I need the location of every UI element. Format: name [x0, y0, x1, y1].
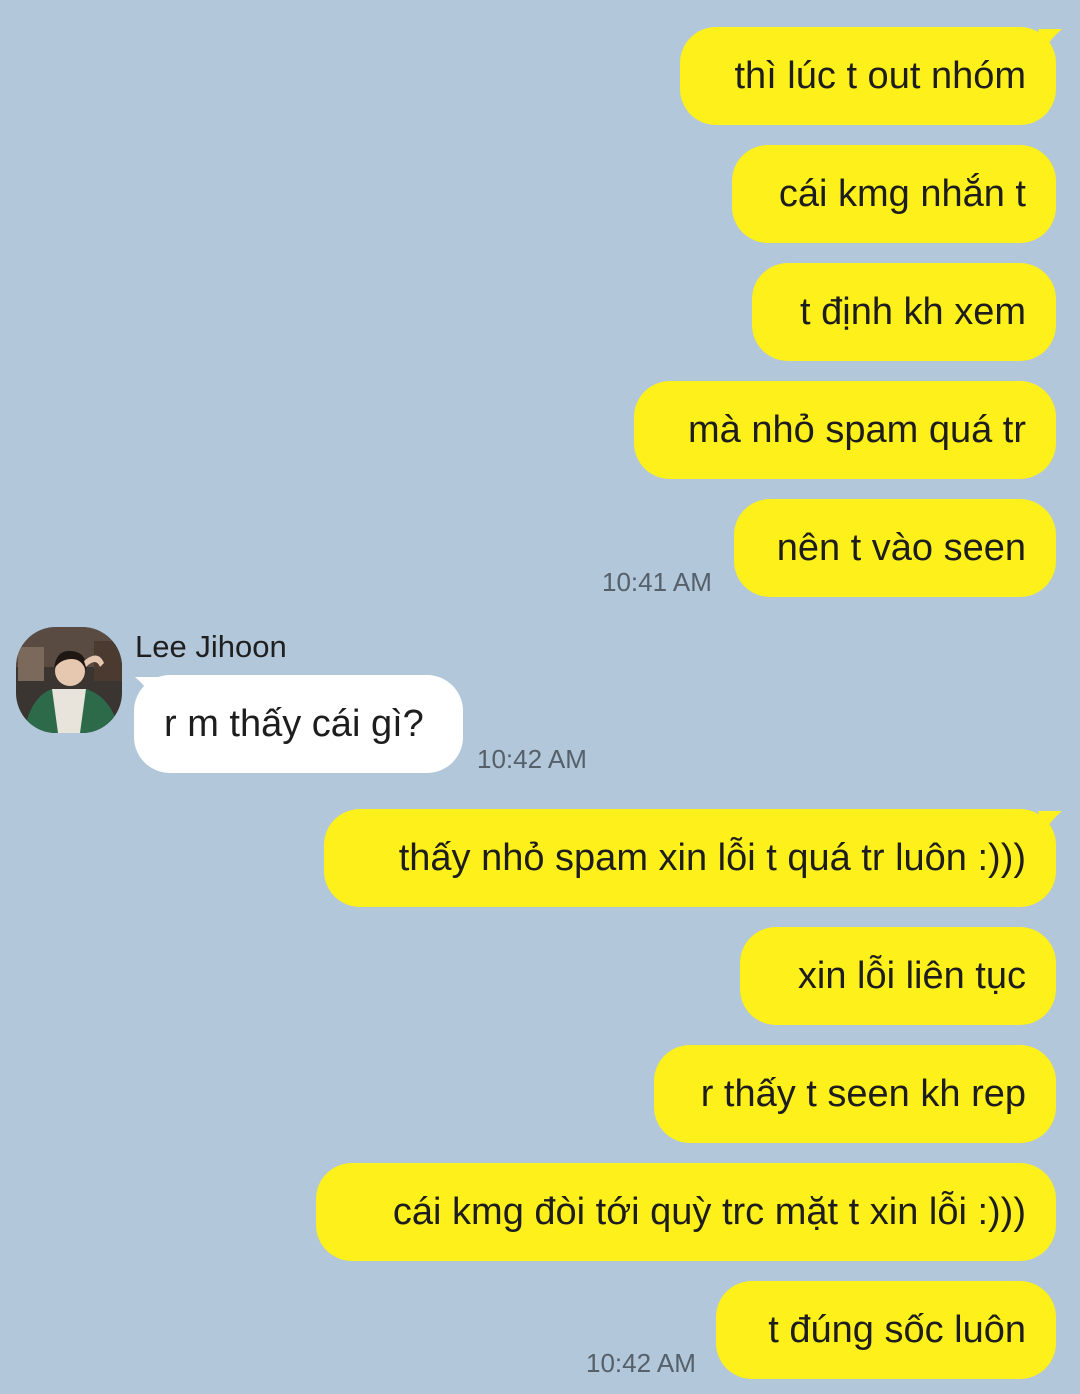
outgoing-message-bubble[interactable]: t định kh xem	[752, 263, 1056, 361]
outgoing-message-bubble[interactable]: t đúng sốc luôn	[716, 1281, 1056, 1379]
message-text: r m thấy cái gì?	[164, 703, 424, 745]
message-text: thấy nhỏ spam xin lỗi t quá tr luôn :)))	[398, 837, 1026, 879]
message-text: r thấy t seen kh rep	[700, 1073, 1026, 1115]
message-text: nên t vào seen	[776, 527, 1026, 569]
message-timestamp: 10:42 AM	[586, 1348, 696, 1378]
incoming-message-bubble[interactable]: r m thấy cái gì?	[134, 675, 463, 773]
contact-name: Lee Jihoon	[135, 629, 287, 664]
outgoing-message-bubble[interactable]: cái kmg đòi tới quỳ trc mặt t xin lỗi :)…	[316, 1163, 1056, 1261]
outgoing-message-bubble[interactable]: mà nhỏ spam quá tr	[634, 381, 1056, 479]
chat-message-list[interactable]: thì lúc t out nhóm cái kmg nhắn t t định…	[0, 0, 1080, 1394]
message-text: t định kh xem	[800, 291, 1026, 333]
message-text: t đúng sốc luôn	[768, 1309, 1026, 1351]
message-text: cái kmg đòi tới quỳ trc mặt t xin lỗi :)…	[392, 1191, 1026, 1233]
outgoing-message-bubble[interactable]: thấy nhỏ spam xin lỗi t quá tr luôn :)))	[324, 809, 1056, 907]
outgoing-message-bubble[interactable]: nên t vào seen	[734, 499, 1056, 597]
message-text: cái kmg nhắn t	[778, 173, 1026, 215]
outgoing-message-bubble[interactable]: r thấy t seen kh rep	[654, 1045, 1056, 1143]
contact-avatar-photo-icon	[16, 627, 122, 733]
outgoing-message-bubble[interactable]: xin lỗi liên tục	[740, 927, 1056, 1025]
message-timestamp: 10:42 AM	[477, 744, 587, 774]
message-text: mà nhỏ spam quá tr	[688, 409, 1026, 451]
bubble-tail-icon	[1038, 29, 1062, 51]
outgoing-message-bubble[interactable]: thì lúc t out nhóm	[680, 27, 1056, 125]
message-timestamp: 10:41 AM	[602, 567, 712, 597]
message-text: thì lúc t out nhóm	[734, 55, 1027, 97]
contact-avatar[interactable]	[16, 627, 122, 733]
bubble-tail-icon	[1038, 811, 1062, 833]
outgoing-message-bubble[interactable]: cái kmg nhắn t	[732, 145, 1056, 243]
message-text: xin lỗi liên tục	[797, 955, 1026, 997]
